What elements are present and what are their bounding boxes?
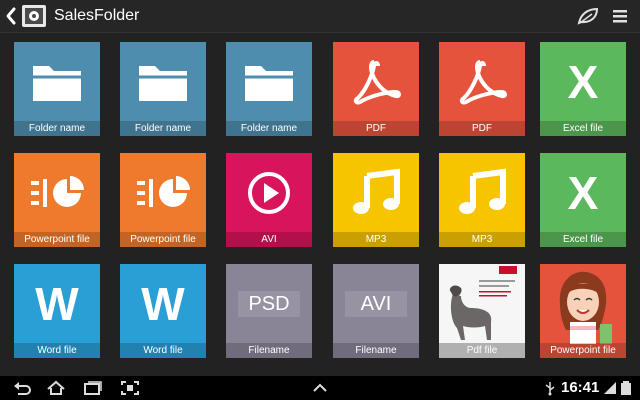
leaf-icon[interactable] (577, 7, 599, 25)
overflow-menu-icon[interactable] (612, 8, 628, 24)
tile-label: PDF (333, 121, 419, 136)
music-note-icon (439, 153, 525, 233)
excel-icon: X (540, 42, 626, 122)
tile-label: Folder name (120, 121, 206, 136)
tile-label: Word file (14, 343, 100, 358)
battery-icon (621, 381, 631, 395)
tile-avi[interactable]: AVI (226, 153, 312, 247)
tile-label: Powerpoint file (14, 232, 100, 247)
app-logo-icon (22, 5, 46, 27)
powerpoint-icon (120, 153, 206, 233)
music-note-icon (333, 153, 419, 233)
pdf-thumbnail (439, 264, 525, 344)
wifi-signal-icon (604, 382, 616, 394)
tile-label: AVI (226, 232, 312, 247)
tile-label: PDF (439, 121, 525, 136)
pdf-icon (439, 42, 525, 122)
tile-pdf[interactable]: PDF (333, 42, 419, 136)
powerpoint-thumbnail (540, 264, 626, 344)
chevron-up-icon[interactable] (310, 380, 330, 396)
tile-mp3[interactable]: MP3 (333, 153, 419, 247)
folder-icon (120, 42, 206, 122)
tile-pdf-thumbnail[interactable]: Pdf file (439, 264, 525, 358)
tile-label: MP3 (333, 232, 419, 247)
tile-mp3[interactable]: MP3 (439, 153, 525, 247)
tile-avi-file[interactable]: AVI Filename (333, 264, 419, 358)
folder-icon (226, 42, 312, 122)
excel-icon: X (540, 153, 626, 233)
action-bar: SalesFolder (0, 0, 640, 33)
usb-icon (545, 382, 555, 396)
tile-label: Powerpoint file (540, 343, 626, 358)
excel-glyph: X (567, 167, 599, 219)
clock: 16:41 (561, 379, 600, 396)
recent-apps-icon[interactable] (82, 380, 102, 396)
screenshot-icon[interactable] (120, 380, 140, 396)
back-arrow-icon[interactable] (4, 6, 18, 26)
tile-label: Folder name (226, 121, 312, 136)
tile-psd[interactable]: PSD Filename (226, 264, 312, 358)
tile-label: Word file (120, 343, 206, 358)
tile-excel[interactable]: X Excel file (540, 153, 626, 247)
tile-pdf[interactable]: PDF (439, 42, 525, 136)
tile-label: Excel file (540, 232, 626, 247)
tile-label: Powerpoint file (120, 232, 206, 247)
back-nav-icon[interactable] (12, 380, 32, 396)
tile-label: Filename (226, 343, 312, 358)
tile-label: Filename (333, 343, 419, 358)
tile-excel[interactable]: X Excel file (540, 42, 626, 136)
powerpoint-icon (14, 153, 100, 233)
psd-icon: PSD (226, 264, 312, 344)
tile-folder[interactable]: Folder name (226, 42, 312, 136)
word-glyph: W (141, 278, 185, 330)
tile-label: Excel file (540, 121, 626, 136)
tile-powerpoint[interactable]: Powerpoint file (14, 153, 100, 247)
tile-powerpoint[interactable]: Powerpoint file (120, 153, 206, 247)
folder-icon (14, 42, 100, 122)
tile-label: Pdf file (439, 343, 525, 358)
tile-label: MP3 (439, 232, 525, 247)
tile-label: Folder name (14, 121, 100, 136)
tile-word[interactable]: W Word file (120, 264, 206, 358)
tile-folder[interactable]: Folder name (14, 42, 100, 136)
tile-word[interactable]: W Word file (14, 264, 100, 358)
app-title: SalesFolder (54, 7, 140, 24)
file-grid: Folder name Folder name Folder name PDF … (14, 42, 626, 360)
tile-folder[interactable]: Folder name (120, 42, 206, 136)
psd-glyph: PSD (238, 291, 300, 317)
avi-glyph: AVI (345, 291, 407, 317)
word-icon: W (120, 264, 206, 344)
pdf-icon (333, 42, 419, 122)
avi-file-icon: AVI (333, 264, 419, 344)
word-icon: W (14, 264, 100, 344)
word-glyph: W (35, 278, 79, 330)
home-nav-icon[interactable] (46, 380, 66, 396)
excel-glyph: X (567, 56, 599, 108)
play-icon (226, 153, 312, 233)
tile-powerpoint-thumbnail[interactable]: Powerpoint file (540, 264, 626, 358)
system-navigation-bar: 16:41 (0, 376, 640, 400)
